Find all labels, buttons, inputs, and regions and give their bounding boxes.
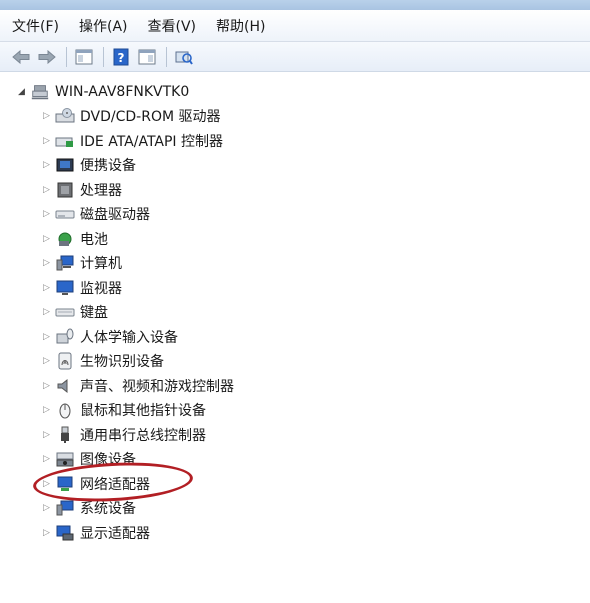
console-tree-icon[interactable] <box>136 46 158 68</box>
collapsed-arrow-icon[interactable]: ▷ <box>43 111 55 121</box>
root-label: WIN-AAV8FNKVTK0 <box>55 84 190 100</box>
tree-node-imaging[interactable]: ▷ 图像设备 <box>43 447 136 471</box>
toolbar: ? <box>0 42 590 72</box>
collapsed-arrow-icon[interactable]: ▷ <box>43 405 55 415</box>
tree-node-label: 便携设备 <box>80 158 136 174</box>
tree-node-label: 系统设备 <box>80 501 136 517</box>
tree-node-keyboard[interactable]: ▷ 键盘 <box>43 300 108 324</box>
tree-node-disk[interactable]: ▷ 磁盘驱动器 <box>43 202 150 226</box>
tree-node-label: 声音、视频和游戏控制器 <box>80 379 234 395</box>
tree-node-sound[interactable]: ▷ 声音、视频和游戏控制器 <box>43 374 234 398</box>
collapsed-arrow-icon[interactable]: ▷ <box>43 258 55 268</box>
menu-action[interactable]: 操作(A) <box>79 16 128 36</box>
tree-node-label: 显示适配器 <box>80 526 150 542</box>
tree-node-label: DVD/CD-ROM 驱动器 <box>80 109 221 125</box>
sound-icon <box>55 377 75 395</box>
tree-node-label: 图像设备 <box>80 452 136 468</box>
tree-node-battery[interactable]: ▷ 电池 <box>43 227 108 251</box>
ide-controller-icon <box>55 132 75 150</box>
display-adapter-icon <box>55 524 75 542</box>
svg-text:?: ? <box>118 51 125 65</box>
tree-node-biometric[interactable]: ▷ 生物识别设备 <box>43 349 164 373</box>
imaging-device-icon <box>55 450 75 468</box>
tree-node-mouse[interactable]: ▷ 鼠标和其他指针设备 <box>43 398 206 422</box>
collapsed-arrow-icon[interactable]: ▷ <box>43 332 55 342</box>
toolbar-separator <box>66 46 67 67</box>
collapsed-arrow-icon[interactable]: ▷ <box>43 185 55 195</box>
tree-node-label: 磁盘驱动器 <box>80 207 150 223</box>
collapsed-arrow-icon[interactable]: ▷ <box>43 209 55 219</box>
tree-node-monitor[interactable]: ▷ 监视器 <box>43 276 122 300</box>
tree-node-portable[interactable]: ▷ 便携设备 <box>43 153 136 177</box>
network-adapter-icon <box>55 475 75 493</box>
tree-node-dvd[interactable]: ▷ DVD/CD-ROM 驱动器 <box>43 104 221 128</box>
computer-icon <box>55 254 75 272</box>
collapsed-arrow-icon[interactable]: ▷ <box>43 283 55 293</box>
toolbar-separator <box>103 46 104 67</box>
collapsed-arrow-icon[interactable]: ▷ <box>43 528 55 538</box>
tree-node-hid[interactable]: ▷ 人体学输入设备 <box>43 325 178 349</box>
disk-drive-icon <box>55 205 75 223</box>
collapsed-arrow-icon[interactable]: ▷ <box>43 430 55 440</box>
system-device-icon <box>55 499 75 517</box>
tree-node-label: 网络适配器 <box>80 477 150 493</box>
tree-node-usb[interactable]: ▷ 通用串行总线控制器 <box>43 423 206 447</box>
tree-node-network[interactable]: ▷ 网络适配器 <box>43 472 150 496</box>
menu-file[interactable]: 文件(F) <box>12 16 59 36</box>
portable-device-icon <box>55 156 75 174</box>
keyboard-icon <box>55 303 75 321</box>
tree-node-label: 鼠标和其他指针设备 <box>80 403 206 419</box>
tree-node-label: 人体学输入设备 <box>80 330 178 346</box>
properties-view-icon[interactable] <box>73 46 95 68</box>
collapsed-arrow-icon[interactable]: ▷ <box>43 160 55 170</box>
tree-node-label: 通用串行总线控制器 <box>80 428 206 444</box>
tree-node-label: 生物识别设备 <box>80 354 164 370</box>
computer-root-icon <box>30 83 50 101</box>
menu-help[interactable]: 帮助(H) <box>216 16 265 36</box>
tree-node-label: IDE ATA/ATAPI 控制器 <box>80 134 224 150</box>
usb-icon <box>55 426 75 444</box>
collapsed-arrow-icon[interactable]: ▷ <box>43 479 55 489</box>
tree-node-display[interactable]: ▷ 显示适配器 <box>43 521 150 545</box>
help-icon[interactable]: ? <box>110 46 132 68</box>
collapsed-arrow-icon[interactable]: ▷ <box>43 136 55 146</box>
back-arrow-icon[interactable] <box>10 46 32 68</box>
collapsed-arrow-icon[interactable]: ▷ <box>43 454 55 464</box>
tree-node-system[interactable]: ▷ 系统设备 <box>43 496 136 520</box>
processor-icon <box>55 181 75 199</box>
collapsed-arrow-icon[interactable]: ▷ <box>43 356 55 366</box>
menu-view[interactable]: 查看(V) <box>148 16 197 36</box>
collapsed-arrow-icon[interactable]: ▷ <box>43 503 55 513</box>
scan-hardware-icon[interactable] <box>173 46 195 68</box>
monitor-icon <box>55 279 75 297</box>
tree-node-ide[interactable]: ▷ IDE ATA/ATAPI 控制器 <box>43 129 223 153</box>
device-tree-panel: ◢ WIN-AAV8FNKVTK0 ▷ DVD/CD-ROM 驱动器 ▷ IDE… <box>0 72 590 603</box>
battery-icon <box>55 230 75 248</box>
dvd-drive-icon <box>55 107 75 125</box>
tree-node-computer[interactable]: ▷ 计算机 <box>43 251 122 275</box>
tree-node-label: 监视器 <box>80 281 122 297</box>
mouse-icon <box>55 401 75 419</box>
forward-arrow-icon[interactable] <box>36 46 58 68</box>
collapsed-arrow-icon[interactable]: ▷ <box>43 307 55 317</box>
expanded-arrow-icon[interactable]: ◢ <box>18 87 30 97</box>
toolbar-separator <box>166 46 167 67</box>
tree-node-label: 键盘 <box>80 305 108 321</box>
tree-node-label: 电池 <box>80 232 108 248</box>
collapsed-arrow-icon[interactable]: ▷ <box>43 234 55 244</box>
biometric-icon <box>55 352 75 370</box>
collapsed-arrow-icon[interactable]: ▷ <box>43 381 55 391</box>
menu-bar: 文件(F) 操作(A) 查看(V) 帮助(H) <box>0 10 590 42</box>
tree-node-label: 处理器 <box>80 183 122 199</box>
hid-icon <box>55 328 75 346</box>
tree-root[interactable]: ◢ WIN-AAV8FNKVTK0 <box>18 82 189 102</box>
tree-node-label: 计算机 <box>80 256 122 272</box>
tree-node-processor[interactable]: ▷ 处理器 <box>43 178 122 202</box>
